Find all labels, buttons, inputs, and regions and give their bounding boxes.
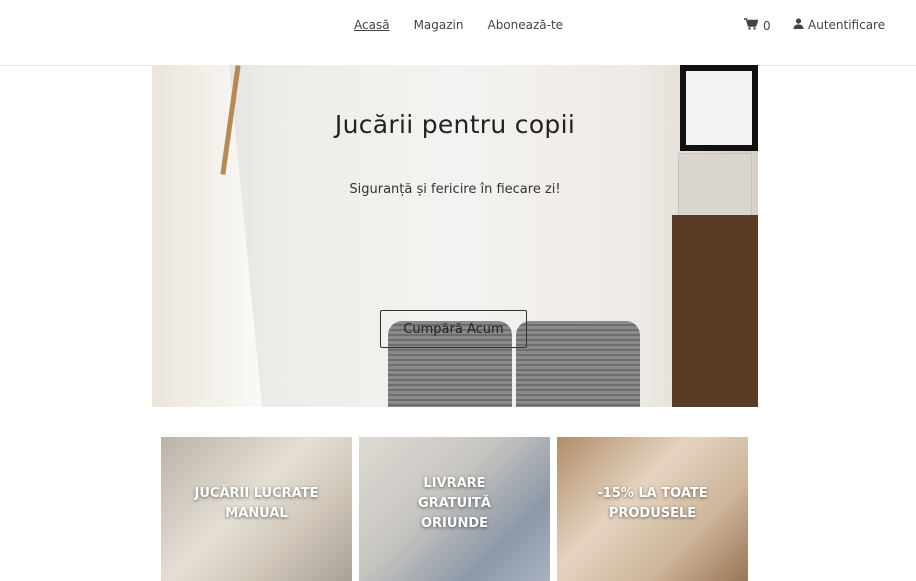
hero-subtitle: Siguranță și fericire în fiecare zi! [349, 182, 561, 197]
promo-label: LIVRARE GRATUITĂ ORIUNDE [359, 474, 550, 534]
promo-tile-discount[interactable]: -15% LA TOATE PRODUSELE [557, 437, 748, 581]
site-header: Acasă Magazin Abonează-te 0 Autentificar… [0, 0, 916, 66]
hero-image-shelf [672, 215, 758, 407]
promo-label-line: MANUAL [225, 506, 288, 521]
promo-label-line: -15% LA TOATE [597, 486, 708, 501]
promo-label-line: PRODUSELE [608, 506, 697, 521]
cart-button[interactable]: 0 [744, 18, 771, 33]
hero-title: Jucării pentru copii [334, 110, 576, 139]
promo-tile-handmade[interactable]: JUCĂRII LUCRATE MANUAL [161, 437, 352, 581]
promo-label-line: JUCĂRII LUCRATE [194, 486, 319, 501]
shop-now-button[interactable]: Cumpără Acum [380, 310, 527, 348]
hero-banner: Jucării pentru copii Siguranță și ferici… [152, 65, 758, 407]
promo-label-line: ORIUNDE [420, 516, 488, 531]
login-link[interactable]: Autentificare [793, 18, 885, 32]
user-icon [793, 18, 804, 32]
promo-label: JUCĂRII LUCRATE MANUAL [161, 484, 352, 524]
promo-label-line: LIVRARE [423, 476, 486, 491]
nav-link-home[interactable]: Acasă [354, 18, 390, 32]
hero-image-stool [516, 321, 640, 407]
promo-label-line: GRATUITĂ [418, 496, 491, 511]
cart-icon [744, 18, 759, 33]
promo-label: -15% LA TOATE PRODUSELE [557, 484, 748, 524]
main-nav: Acasă Magazin Abonează-te [354, 18, 563, 32]
nav-link-shop[interactable]: Magazin [414, 18, 464, 32]
nav-link-subscribe[interactable]: Abonează-te [487, 18, 563, 32]
promo-tile-free-shipping[interactable]: LIVRARE GRATUITĂ ORIUNDE [359, 437, 550, 581]
cart-count: 0 [763, 18, 771, 33]
login-label: Autentificare [808, 18, 886, 32]
